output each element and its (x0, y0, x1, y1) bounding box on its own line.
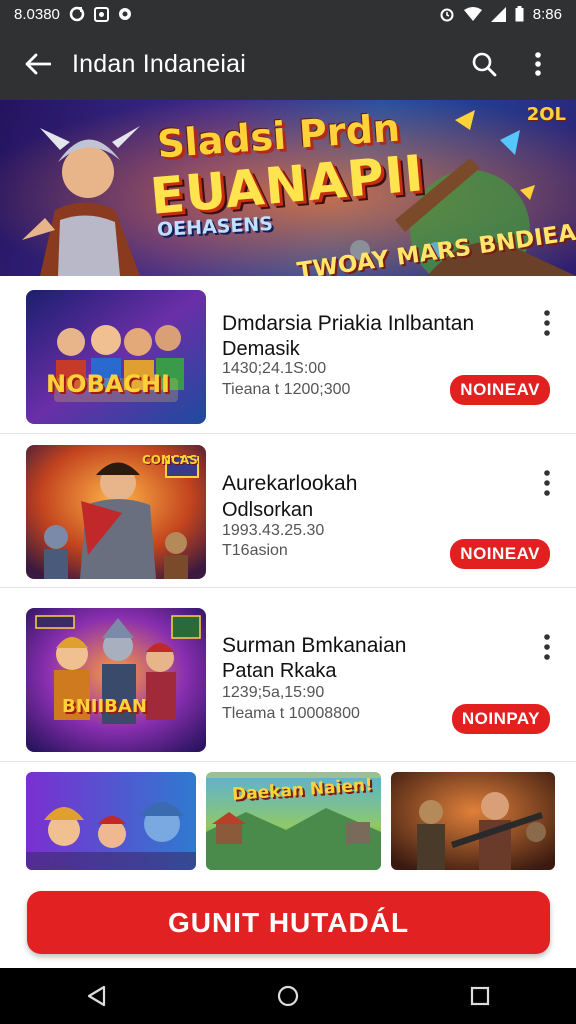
item-meta-date: 1993.43.25.30 (222, 522, 325, 539)
item-meta-price: Tieana t 1200;300 (222, 381, 351, 398)
wifi-icon (463, 7, 482, 21)
grid-tile[interactable] (391, 772, 555, 870)
overflow-menu-button[interactable] (516, 42, 560, 86)
item-meta-date: 1430;24.1S:00 (222, 360, 327, 377)
item-title: Surman Bmkanaian (222, 634, 407, 657)
status-time: 8.0380 (14, 5, 60, 23)
page-title: Indan Indaneiai (72, 49, 246, 78)
battery-icon (515, 6, 524, 22)
nav-recents-button[interactable] (450, 968, 510, 1024)
list-item[interactable]: BNIIBAN Surman Bmkanaian Patan Rkaka 123… (0, 598, 576, 762)
item-title: Dmdarsia Priakia Inlbantan (222, 312, 475, 335)
item-meta-price: T16asion (222, 542, 288, 559)
arrow-left-icon (25, 53, 51, 75)
more-vertical-icon (544, 470, 550, 496)
more-vertical-icon (544, 634, 550, 660)
nav-back-button[interactable] (66, 968, 126, 1024)
more-vertical-icon (544, 310, 550, 336)
list-item[interactable]: CONCAS Aurekarlookah Odlsorkan 1993.43.2… (0, 436, 576, 588)
system-navigation-bar (0, 968, 576, 1024)
square-recents-icon (470, 986, 490, 1006)
item-more-button[interactable] (536, 630, 558, 664)
more-vertical-icon (535, 52, 541, 76)
triangle-back-icon (87, 985, 106, 1007)
alarm-icon (439, 6, 455, 22)
game-thumbnail: BNIIBAN (26, 608, 206, 752)
gallery-icon (93, 6, 109, 22)
item-subtitle: Patan Rkaka (222, 660, 337, 682)
status-right-text: 8:86 (532, 5, 562, 23)
list-item[interactable]: NOBACHI Dmdarsia Priakia Inlbantan Demas… (0, 282, 576, 434)
item-subtitle: Odlsorkan (222, 499, 314, 521)
item-more-button[interactable] (536, 306, 558, 340)
promo-banner[interactable]: Sladsi Prdn EUANAPII OEHASENS TWOAY MARS… (0, 100, 576, 276)
status-bar: 8.0380 8:86 (0, 0, 576, 28)
item-more-button[interactable] (536, 466, 558, 500)
circle-home-icon (277, 985, 299, 1007)
item-action-button[interactable]: NOINEAV (450, 375, 550, 405)
back-button[interactable] (16, 42, 60, 86)
grid-tile[interactable] (26, 772, 196, 870)
notification-icon (69, 6, 85, 22)
item-meta-price: Tleama t 10008800 (222, 705, 360, 722)
search-icon (472, 52, 497, 77)
primary-action-button[interactable]: GUNIT HUTADÁL (27, 891, 550, 954)
item-meta-date: 1239;5a,15:90 (222, 684, 325, 701)
grid-tile[interactable]: Daekan Naien! (206, 772, 381, 870)
item-action-button[interactable]: NOINEAV (450, 539, 550, 569)
game-thumbnail: CONCAS (26, 445, 206, 579)
item-subtitle: Demasik (222, 338, 300, 360)
record-icon (118, 7, 132, 21)
nav-home-button[interactable] (258, 968, 318, 1024)
item-action-button[interactable]: NOINPAY (451, 704, 550, 734)
item-title: Aurekarlookah (222, 472, 358, 495)
search-button[interactable] (462, 42, 506, 86)
thumbnail-label: BNIIBAN (62, 696, 147, 717)
signal-icon (490, 6, 506, 22)
banner-logo: 2OL (526, 104, 566, 125)
game-thumbnail: NOBACHI (26, 290, 206, 424)
app-bar: Indan Indaneiai (0, 28, 576, 100)
thumbnail-label: CONCAS (142, 453, 198, 467)
thumbnail-label: NOBACHI (46, 370, 170, 398)
